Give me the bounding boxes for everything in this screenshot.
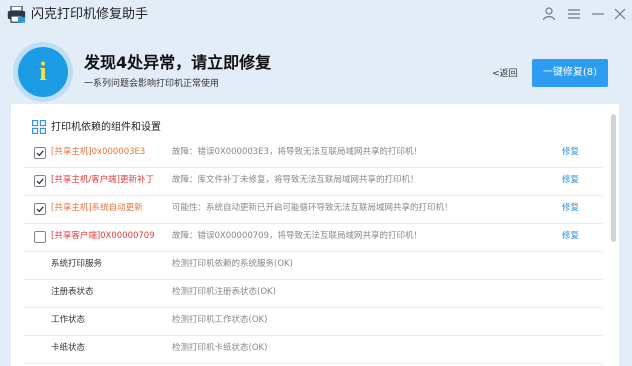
issue-description: 故障：错误0X00000709，将导致无法互联局域网共享的打印机！ xyxy=(172,231,422,241)
fix-link[interactable]: 修复 xyxy=(562,202,579,214)
issue-checkbox[interactable] xyxy=(34,231,46,243)
title-bar: 闪克打印机修复助手 xyxy=(0,0,632,30)
window-title: 闪克打印机修复助手 xyxy=(31,7,149,22)
fix-all-button[interactable]: 一键修复(8) xyxy=(532,59,608,87)
section-title: 打印机依赖的组件和设置 xyxy=(51,122,161,133)
issue-row: [共享主机]系统自动更新 可能性：系统自动更新已开启可能循环导致无法互联局域网共… xyxy=(23,195,603,224)
minimize-icon[interactable] xyxy=(589,5,607,23)
issue-row: [共享主机]0x000003E3 故障：错误0X000003E3，将导致无法互联… xyxy=(23,139,603,168)
check-name: 系统打印服务 xyxy=(51,259,103,269)
check-row: 工作状态 检测打印机工作状态(OK) xyxy=(23,307,603,336)
issue-row: [共享客户端]0X00000709 故障：错误0X00000709，将导致无法互… xyxy=(23,223,603,252)
back-link[interactable]: <返回 xyxy=(492,68,518,80)
page-title: 发现4处异常，请立即修复 xyxy=(84,53,272,72)
check-row: 卡纸状态 检测打印机卡纸状态(OK) xyxy=(23,335,603,364)
fix-link[interactable]: 修复 xyxy=(562,146,579,158)
info-icon: i xyxy=(18,47,68,97)
check-name: 注册表状态 xyxy=(51,287,94,297)
scrollbar[interactable] xyxy=(611,114,616,242)
check-name: 工作状态 xyxy=(51,315,86,325)
close-icon[interactable] xyxy=(611,5,629,23)
fix-link[interactable]: 修复 xyxy=(562,230,579,242)
page-subtitle: 一系列问题会影响打印机正常使用 xyxy=(84,79,220,89)
check-name: 卡纸状态 xyxy=(51,343,86,353)
issue-checkbox[interactable] xyxy=(34,203,46,215)
check-description: 检测打印机注册表状态(OK) xyxy=(172,287,276,297)
check-description: 检测打印机工作状态(OK) xyxy=(172,315,268,325)
grid-icon xyxy=(32,120,46,134)
results-panel: 打印机依赖的组件和设置 [共享主机]0x000003E3 故障：错误0X0000… xyxy=(11,104,619,366)
user-icon[interactable] xyxy=(540,5,558,23)
issue-name: [共享客户端]0X00000709 xyxy=(51,231,155,241)
issue-description: 可能性：系统自动更新已开启可能循环导致无法互联局域网共享的打印机！ xyxy=(172,203,453,213)
issue-name: [共享主机]0x000003E3 xyxy=(51,147,146,157)
check-row: 系统打印服务 检测打印机依赖的系统服务(OK) xyxy=(23,251,603,280)
issue-description: 故障：错误0X000003E3，将导致无法互联局域网共享的打印机！ xyxy=(172,147,422,157)
issue-name: [共享主机]系统自动更新 xyxy=(51,203,143,213)
check-description: 检测打印机依赖的系统服务(OK) xyxy=(172,259,293,269)
issue-checkbox[interactable] xyxy=(34,175,46,187)
printer-app-icon xyxy=(7,6,26,23)
check-description: 检测打印机卡纸状态(OK) xyxy=(172,343,268,353)
menu-icon[interactable] xyxy=(565,5,583,23)
fix-link[interactable]: 修复 xyxy=(562,174,579,186)
issue-name: [共享主机/客户端]更新补丁 xyxy=(51,175,154,185)
issue-description: 故障：库文件补丁未修复，将导致无法互联局域网共享的打印机！ xyxy=(172,175,419,185)
issue-row: [共享主机/客户端]更新补丁 故障：库文件补丁未修复，将导致无法互联局域网共享的… xyxy=(23,167,603,196)
check-row: 注册表状态 检测打印机注册表状态(OK) xyxy=(23,279,603,308)
issue-checkbox[interactable] xyxy=(34,147,46,159)
